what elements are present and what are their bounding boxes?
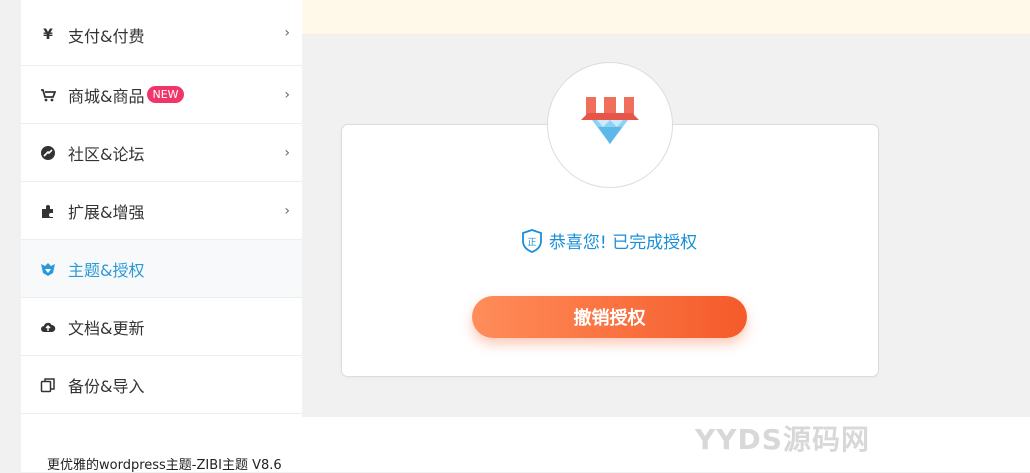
backup-icon (40, 377, 56, 393)
theme-icon (40, 261, 56, 277)
sidebar-item-label: 主题&授权 (68, 260, 145, 280)
sidebar-item-backup-import[interactable]: 备份&导入 (21, 356, 302, 414)
sidebar-item-extensions[interactable]: 扩展&增强 › (21, 182, 302, 240)
sidebar-item-payment[interactable]: ¥ 支付&付费 › (21, 0, 302, 66)
sidebar-item-label: 文档&更新 (68, 318, 145, 338)
shield-icon: 正 (521, 228, 543, 253)
settings-sidebar: ¥ 支付&付费 › 商城&商品 NEW › 社区&论坛 › 扩展&增强 › 主题… (21, 0, 303, 417)
watermark: YYDS源码网 (695, 423, 870, 456)
new-badge: NEW (147, 86, 184, 103)
sidebar-item-label: 备份&导入 (68, 376, 145, 396)
authorization-status: 正 恭喜您! 已完成授权 (341, 228, 877, 253)
sidebar-item-community[interactable]: 社区&论坛 › (21, 124, 302, 182)
community-icon (40, 145, 56, 161)
sidebar-item-label: 商城&商品 (68, 86, 145, 106)
sidebar-item-docs-updates[interactable]: 文档&更新 (21, 298, 302, 356)
cart-icon (40, 87, 56, 103)
notice-banner (302, 0, 1030, 35)
cloud-upload-icon (40, 319, 56, 335)
authorization-message: 恭喜您! 已完成授权 (548, 233, 698, 253)
chevron-right-icon: › (284, 24, 290, 41)
footer: 更优雅的wordpress主题-ZIBI主题 V8.6 (21, 417, 1030, 473)
chevron-right-icon: › (284, 86, 290, 103)
sidebar-item-label: 支付&付费 (68, 26, 145, 46)
yen-icon: ¥ (43, 26, 53, 43)
puzzle-icon (40, 203, 56, 219)
sidebar-item-shop[interactable]: 商城&商品 NEW › (21, 66, 302, 124)
revoke-license-button[interactable]: 撤销授权 (472, 296, 747, 338)
medal-badge (547, 62, 673, 188)
chevron-right-icon: › (284, 202, 290, 219)
svg-text:正: 正 (527, 238, 536, 248)
sidebar-item-theme-license[interactable]: 主题&授权 (21, 240, 302, 298)
left-margin (0, 0, 21, 472)
sidebar-item-label: 扩展&增强 (68, 202, 145, 222)
diamond-medal-icon (581, 97, 639, 144)
chevron-right-icon: › (284, 144, 290, 161)
footer-version-text: 更优雅的wordpress主题-ZIBI主题 V8.6 (47, 458, 282, 473)
sidebar-item-label: 社区&论坛 (68, 144, 145, 164)
